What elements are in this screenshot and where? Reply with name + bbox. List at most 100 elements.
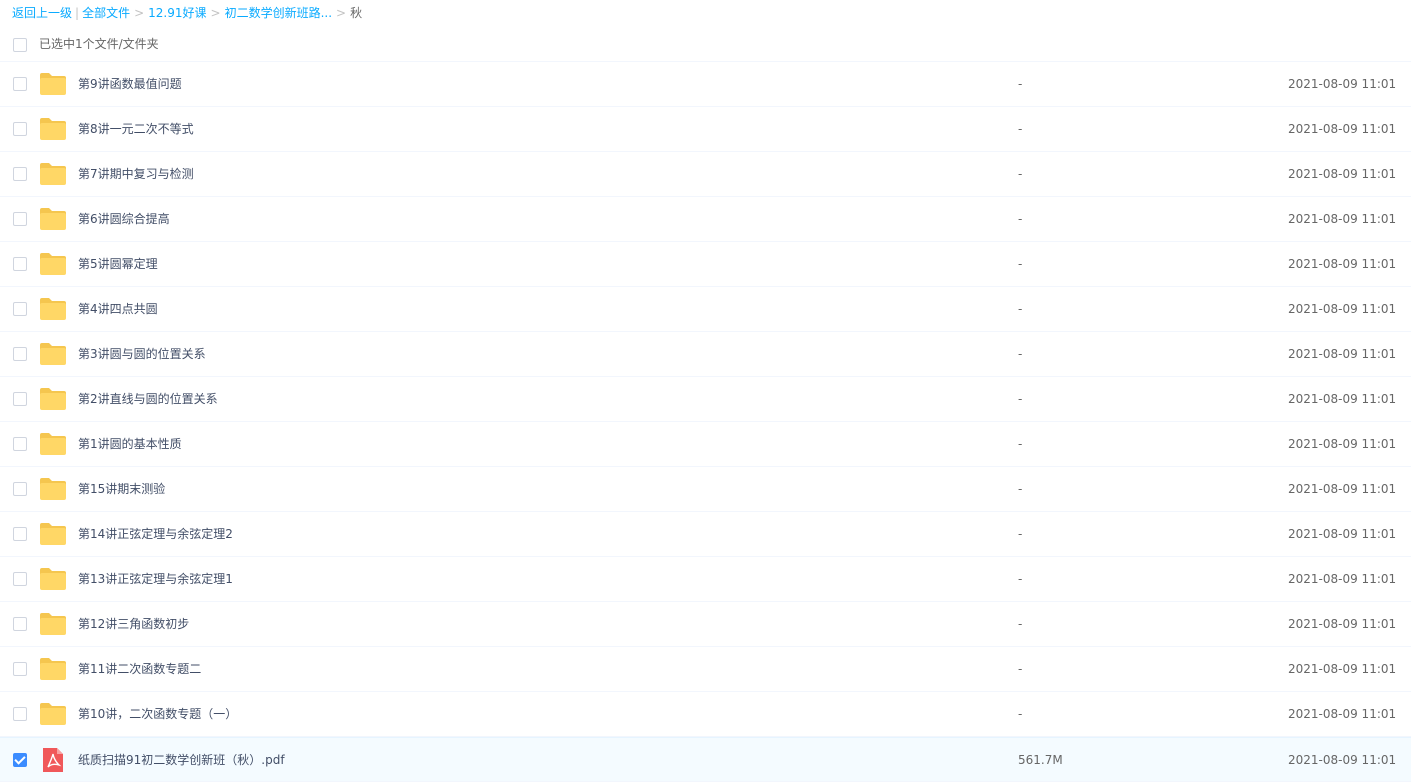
file-name[interactable]: 第14讲正弦定理与余弦定理2 [78,526,233,542]
file-size: - [1018,212,1023,226]
folder-icon [39,72,67,96]
breadcrumb-separator: > [210,6,221,20]
folder-icon [39,567,67,591]
row-checkbox[interactable] [13,753,27,767]
folder-icon [39,207,67,231]
file-name[interactable]: 第13讲正弦定理与余弦定理1 [78,571,233,587]
file-size: - [1018,167,1023,181]
row-checkbox[interactable] [13,707,27,721]
folder-icon [39,702,67,726]
file-row[interactable]: 第15讲期末测验 - 2021-08-09 11:01 [0,467,1411,512]
file-date: 2021-08-09 11:01 [1288,302,1397,316]
row-checkbox[interactable] [13,122,27,136]
row-checkbox[interactable] [13,617,27,631]
file-row[interactable]: 第1讲圆的基本性质 - 2021-08-09 11:01 [0,422,1411,467]
file-name[interactable]: 第12讲三角函数初步 [78,616,189,632]
row-checkbox[interactable] [13,77,27,91]
file-date: 2021-08-09 11:01 [1288,753,1397,767]
file-date: 2021-08-09 11:01 [1288,392,1397,406]
file-date: 2021-08-09 11:01 [1288,257,1397,271]
file-date: 2021-08-09 11:01 [1288,617,1397,631]
folder-icon [39,477,67,501]
file-row[interactable]: 第12讲三角函数初步 - 2021-08-09 11:01 [0,602,1411,647]
file-date: 2021-08-09 11:01 [1288,77,1397,91]
folder-icon [39,387,67,411]
file-name[interactable]: 第4讲四点共圆 [78,301,158,317]
row-checkbox[interactable] [13,527,27,541]
back-link[interactable]: 返回上一级 [12,6,72,20]
row-checkbox[interactable] [13,482,27,496]
file-size: - [1018,257,1023,271]
file-row[interactable]: 第9讲函数最值问题 - 2021-08-09 11:01 [0,62,1411,107]
breadcrumb-level-2[interactable]: 初二数学创新班路... [225,6,332,20]
file-name[interactable]: 第11讲二次函数专题二 [78,661,201,677]
row-checkbox[interactable] [13,347,27,361]
file-name[interactable]: 纸质扫描91初二数学创新班（秋）.pdf [78,752,285,768]
breadcrumb-all-files[interactable]: 全部文件 [82,6,130,20]
selection-summary: 已选中1个文件/文件夹 [39,37,159,51]
file-size: - [1018,662,1023,676]
file-size: - [1018,302,1023,316]
file-date: 2021-08-09 11:01 [1288,212,1397,226]
file-name[interactable]: 第7讲期中复习与检测 [78,166,194,182]
file-size: - [1018,482,1023,496]
select-all-checkbox[interactable] [13,38,27,52]
file-name[interactable]: 第9讲函数最值问题 [78,76,182,92]
breadcrumb-pipe: | [75,6,80,20]
row-checkbox[interactable] [13,572,27,586]
file-name[interactable]: 第8讲一元二次不等式 [78,121,194,137]
row-checkbox[interactable] [13,302,27,316]
file-name[interactable]: 第2讲直线与圆的位置关系 [78,391,218,407]
file-size: - [1018,707,1023,721]
row-checkbox[interactable] [13,392,27,406]
file-name[interactable]: 第6讲圆综合提高 [78,211,170,227]
file-name[interactable]: 第1讲圆的基本性质 [78,436,182,452]
file-row[interactable]: 第7讲期中复习与检测 - 2021-08-09 11:01 [0,152,1411,197]
file-row[interactable]: 第4讲四点共圆 - 2021-08-09 11:01 [0,287,1411,332]
file-size: - [1018,392,1023,406]
breadcrumb-separator: > [134,6,145,20]
file-name[interactable]: 第5讲圆幂定理 [78,256,158,272]
file-row[interactable]: 第8讲一元二次不等式 - 2021-08-09 11:01 [0,107,1411,152]
file-name[interactable]: 第3讲圆与圆的位置关系 [78,346,206,362]
file-row[interactable]: 纸质扫描91初二数学创新班（秋）.pdf 561.7M 2021-08-09 11:… [0,737,1411,782]
file-row[interactable]: 第13讲正弦定理与余弦定理1 - 2021-08-09 11:01 [0,557,1411,602]
file-date: 2021-08-09 11:01 [1288,527,1397,541]
file-row[interactable]: 第5讲圆幂定理 - 2021-08-09 11:01 [0,242,1411,287]
file-row[interactable]: 第10讲，二次函数专题（一） - 2021-08-09 11:01 [0,692,1411,737]
file-date: 2021-08-09 11:01 [1288,437,1397,451]
file-name[interactable]: 第10讲，二次函数专题（一） [78,706,237,722]
file-row[interactable]: 第3讲圆与圆的位置关系 - 2021-08-09 11:01 [0,332,1411,377]
file-size: - [1018,527,1023,541]
file-row[interactable]: 第6讲圆综合提高 - 2021-08-09 11:01 [0,197,1411,242]
file-size: - [1018,437,1023,451]
row-checkbox[interactable] [13,167,27,181]
file-size: 561.7M [1018,753,1063,767]
file-row[interactable]: 第2讲直线与圆的位置关系 - 2021-08-09 11:01 [0,377,1411,422]
breadcrumb-separator: > [336,6,347,20]
file-size: - [1018,572,1023,586]
file-name[interactable]: 第15讲期末测验 [78,481,165,497]
folder-icon [39,252,67,276]
file-size: - [1018,122,1023,136]
file-date: 2021-08-09 11:01 [1288,662,1397,676]
folder-icon [39,522,67,546]
row-checkbox[interactable] [13,662,27,676]
file-row[interactable]: 第11讲二次函数专题二 - 2021-08-09 11:01 [0,647,1411,692]
breadcrumb-level-1[interactable]: 12.91好课 [148,6,206,20]
folder-icon [39,117,67,141]
file-date: 2021-08-09 11:01 [1288,122,1397,136]
file-row[interactable]: 第14讲正弦定理与余弦定理2 - 2021-08-09 11:01 [0,512,1411,557]
file-date: 2021-08-09 11:01 [1288,482,1397,496]
folder-icon [39,297,67,321]
breadcrumb-current: 秋 [350,6,363,20]
folder-icon [39,657,67,681]
folder-icon [39,342,67,366]
row-checkbox[interactable] [13,212,27,226]
selection-bar: 已选中1个文件/文件夹 [0,27,1411,62]
file-size: - [1018,617,1023,631]
row-checkbox[interactable] [13,437,27,451]
pdf-file-icon [39,748,67,772]
folder-icon [39,162,67,186]
row-checkbox[interactable] [13,257,27,271]
